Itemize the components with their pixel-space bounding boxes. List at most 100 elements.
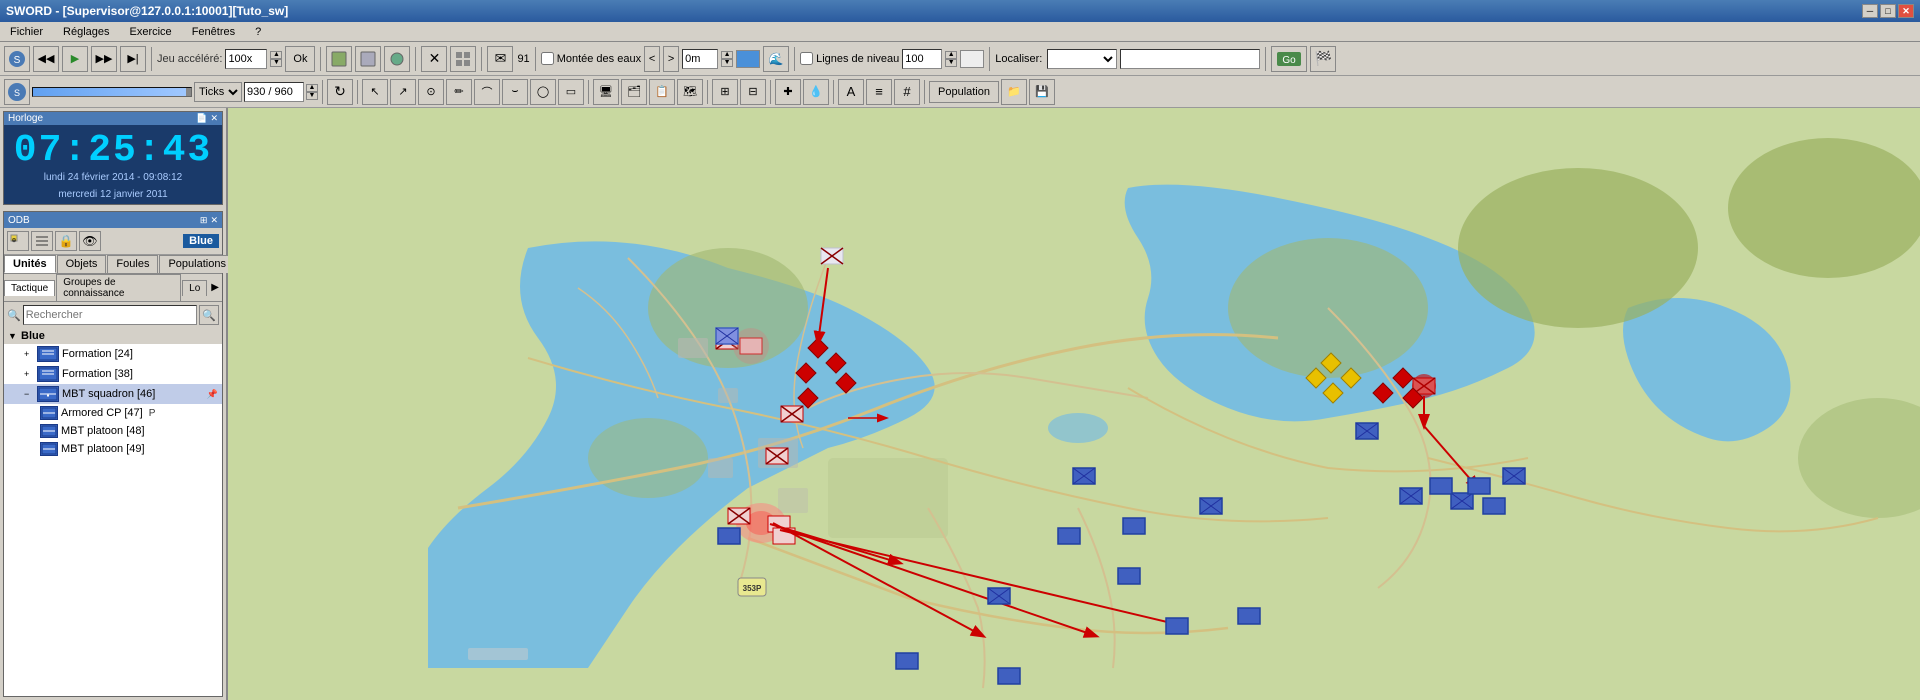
odb-tree-button[interactable] bbox=[31, 231, 53, 251]
water-down-button[interactable]: ▼ bbox=[721, 59, 733, 67]
hash-button[interactable]: ≡ bbox=[866, 79, 892, 105]
localiser-select[interactable] bbox=[1047, 49, 1117, 69]
formation24-expand[interactable]: + bbox=[24, 349, 34, 359]
tree-item-mbtplatoon49[interactable]: MBT platoon [49] bbox=[4, 440, 222, 458]
draw-pointer[interactable]: ↖ bbox=[362, 79, 388, 105]
sep8 bbox=[1265, 47, 1266, 71]
menu-exercice[interactable]: Exercice bbox=[124, 25, 178, 39]
grid-button2[interactable]: # bbox=[894, 79, 920, 105]
root-expand[interactable]: ▼ bbox=[8, 331, 18, 341]
tab-foules[interactable]: Foules bbox=[107, 255, 158, 273]
map-button3[interactable] bbox=[384, 46, 410, 72]
map-button1[interactable] bbox=[326, 46, 352, 72]
search-button[interactable]: 🔍 bbox=[199, 305, 219, 325]
map-area[interactable]: 353P bbox=[228, 108, 1920, 700]
menu-fichier[interactable]: Fichier bbox=[4, 25, 49, 39]
mbt46-expand[interactable]: − bbox=[24, 389, 34, 399]
water-value-input[interactable] bbox=[682, 49, 718, 69]
draw-rect[interactable]: ▭ bbox=[558, 79, 584, 105]
subtab-next-button[interactable]: ▶ bbox=[208, 280, 222, 295]
tree-item-mbt46[interactable]: − ● MBT squadron [46] 📌 bbox=[4, 384, 222, 404]
odb-filter-button[interactable]: ⊕ bbox=[7, 231, 29, 251]
ok-button[interactable]: Ok bbox=[285, 46, 315, 72]
draw-lasso[interactable]: ⊙ bbox=[418, 79, 444, 105]
close-button[interactable]: ✕ bbox=[1898, 4, 1914, 18]
tab-unites[interactable]: Unités bbox=[4, 255, 56, 273]
unit-button1[interactable]: ✚ bbox=[775, 79, 801, 105]
draw-arrow[interactable]: ↗ bbox=[390, 79, 416, 105]
subtab-groupes[interactable]: Groupes de connaissance bbox=[56, 274, 181, 301]
flag-button[interactable]: 🏁 bbox=[1310, 46, 1336, 72]
minimize-button[interactable]: ─ bbox=[1862, 4, 1878, 18]
odb-icon-button[interactable]: ⊞ bbox=[200, 215, 208, 226]
tree-item-mbtplatoon48[interactable]: MBT platoon [48] bbox=[4, 422, 222, 440]
maximize-button[interactable]: □ bbox=[1880, 4, 1896, 18]
water-icon[interactable]: 🌊 bbox=[763, 46, 789, 72]
back-button[interactable]: ◀◀ bbox=[33, 46, 59, 72]
tree-item-formation38[interactable]: + Formation [38] bbox=[4, 364, 222, 384]
clock-close-icon[interactable]: ✕ bbox=[210, 113, 218, 124]
draw-curve[interactable]: ⌒ bbox=[474, 79, 500, 105]
niveau-value-input[interactable] bbox=[902, 49, 942, 69]
speed-input[interactable] bbox=[225, 49, 267, 69]
water-rise-checkbox[interactable] bbox=[541, 52, 554, 65]
skip-button[interactable]: ▶| bbox=[120, 46, 146, 72]
speed-down-button[interactable]: ▼ bbox=[270, 59, 282, 67]
pop-button1[interactable]: 📁 bbox=[1001, 79, 1027, 105]
search-input[interactable] bbox=[23, 305, 197, 325]
niveau-down-button[interactable]: ▼ bbox=[945, 59, 957, 67]
play-button[interactable]: ▶ bbox=[62, 46, 88, 72]
toolbar2: S Ticks ▲ ▼ ↻ ↖ ↗ ⊙ ✏ ⌒ ⌣ ◯ ▭ 🖥 🗂 📋 🗺 ⊞ … bbox=[0, 76, 1920, 108]
water-less-button[interactable]: < bbox=[644, 46, 660, 72]
tree-item-armored47[interactable]: Armored CP [47] P bbox=[4, 404, 222, 422]
crosshair-button[interactable]: ✕ bbox=[421, 46, 447, 72]
messages-button[interactable]: ✉ bbox=[487, 46, 513, 72]
view-button1[interactable]: 🖥 bbox=[593, 79, 619, 105]
ticks-select[interactable]: Ticks bbox=[194, 82, 242, 102]
water-more-button[interactable]: > bbox=[663, 46, 679, 72]
mbt46-pin-icon[interactable]: 📌 bbox=[207, 389, 218, 400]
map-button2[interactable] bbox=[355, 46, 381, 72]
view-button2[interactable]: 🗂 bbox=[621, 79, 647, 105]
water-up-button[interactable]: ▲ bbox=[721, 51, 733, 59]
formation38-expand[interactable]: + bbox=[24, 369, 34, 379]
view-button4[interactable]: 🗺 bbox=[677, 79, 703, 105]
tree-item-formation24[interactable]: + Formation [24] bbox=[4, 344, 222, 364]
clock-icon-button[interactable]: 📄 bbox=[196, 113, 207, 124]
niveau-checkbox[interactable] bbox=[800, 52, 813, 65]
menu-reglages[interactable]: Réglages bbox=[57, 25, 115, 39]
ticks-value-input[interactable] bbox=[244, 82, 304, 102]
pop-button2[interactable]: 💾 bbox=[1029, 79, 1055, 105]
draw-circle[interactable]: ◯ bbox=[530, 79, 556, 105]
draw-curve2[interactable]: ⌣ bbox=[502, 79, 528, 105]
subtab-lo[interactable]: Lo bbox=[182, 280, 207, 296]
refresh-button[interactable]: ↻ bbox=[327, 79, 353, 105]
nav-button2[interactable]: ⊟ bbox=[740, 79, 766, 105]
app-logo-button[interactable]: S bbox=[4, 46, 30, 72]
speed-up-button[interactable]: ▲ bbox=[270, 51, 282, 59]
niveau-color-swatch[interactable] bbox=[960, 50, 984, 68]
population-button[interactable]: Population bbox=[929, 81, 999, 103]
odb-eye-button[interactable]: 👁 bbox=[79, 231, 101, 251]
menu-help[interactable]: ? bbox=[249, 25, 267, 39]
text-button[interactable]: A bbox=[838, 79, 864, 105]
ticks-up-button[interactable]: ▲ bbox=[306, 84, 318, 92]
view-button3[interactable]: 📋 bbox=[649, 79, 675, 105]
odb-lock-button[interactable]: 🔒 bbox=[55, 231, 77, 251]
ticks-down-button[interactable]: ▼ bbox=[306, 92, 318, 100]
grid-button[interactable] bbox=[450, 46, 476, 72]
tab-populations[interactable]: Populations bbox=[159, 255, 235, 273]
localiser-input[interactable] bbox=[1120, 49, 1260, 69]
tab-objets[interactable]: Objets bbox=[57, 255, 107, 273]
nav-button1[interactable]: ⊞ bbox=[712, 79, 738, 105]
menu-fenetres[interactable]: Fenêtres bbox=[186, 25, 241, 39]
localiser-go-button[interactable]: Go bbox=[1271, 46, 1307, 72]
draw-tool1[interactable]: ✏ bbox=[446, 79, 472, 105]
unit-button2[interactable]: 💧 bbox=[803, 79, 829, 105]
tb2-logo[interactable]: S bbox=[4, 79, 30, 105]
pause-button[interactable]: ▶▶ bbox=[91, 46, 117, 72]
color-swatch[interactable] bbox=[736, 50, 760, 68]
subtab-tactique[interactable]: Tactique bbox=[4, 280, 55, 296]
niveau-up-button[interactable]: ▲ bbox=[945, 51, 957, 59]
odb-close-icon[interactable]: ✕ bbox=[210, 215, 218, 226]
